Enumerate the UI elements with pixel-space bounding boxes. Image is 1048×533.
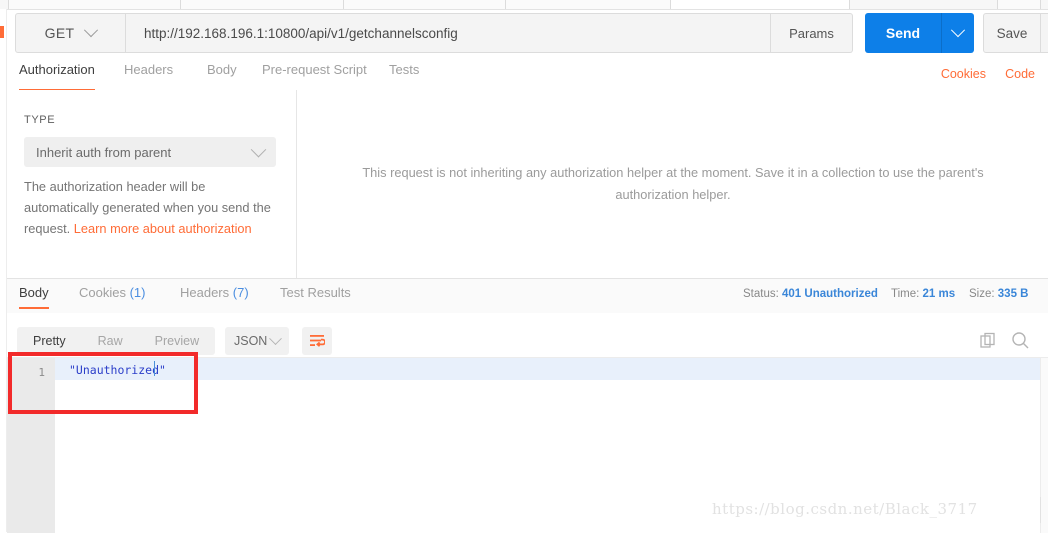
copy-icon[interactable] [980, 332, 997, 349]
tab-segment[interactable] [180, 0, 345, 9]
response-body-toolbar: Pretty Raw Preview JSON [7, 313, 1048, 357]
response-tab-cookies[interactable]: Cookies (1) [79, 285, 145, 300]
auth-description: This request is not inheriting any autho… [362, 165, 984, 202]
tab-label: Pre-request Script [262, 62, 367, 77]
response-tab-body[interactable]: Body [19, 285, 49, 309]
active-tab-underline [19, 307, 49, 309]
browser-tab-strip [0, 0, 1048, 10]
wrap-lines-button[interactable] [302, 327, 332, 355]
cookies-label: Cookies [940, 67, 986, 81]
params-button[interactable]: Params [771, 13, 853, 53]
send-button[interactable]: Send [865, 13, 941, 53]
tab-count: (7) [232, 285, 249, 300]
chevron-down-icon [250, 141, 267, 157]
tab-label: Headers [124, 62, 174, 77]
save-button[interactable]: Save [983, 13, 1041, 53]
watermark-text: https://blog.csdn.net/Black_3717 [712, 500, 978, 518]
cookies-link[interactable]: Cookies [941, 67, 986, 81]
code-link[interactable]: Code [1005, 67, 1035, 81]
view-mode-pretty[interactable]: Pretty [17, 327, 82, 355]
auth-right-column: This request is not inheriting any autho… [298, 90, 1048, 278]
view-mode-raw[interactable]: Raw [82, 327, 139, 355]
tab-body[interactable]: Body [207, 62, 237, 90]
wrap-lines-icon [310, 335, 325, 347]
method-selector[interactable]: GET [15, 13, 126, 53]
line-number: 1 [38, 366, 45, 379]
tab-count: (1) [129, 285, 146, 300]
tab-label: Body [19, 285, 49, 300]
auth-left-column: TYPE Inherit auth from parent The author… [7, 90, 297, 278]
left-rail [0, 9, 7, 532]
tab-segment[interactable] [997, 0, 1041, 9]
request-tabs: Authorization Headers Body Pre-request S… [7, 62, 1048, 91]
size-label: Size: [969, 288, 995, 300]
tab-authorization[interactable]: Authorization [19, 62, 95, 91]
time-indicator: Time: 21 ms [891, 288, 955, 300]
auth-type-label: TYPE [24, 114, 56, 126]
tab-label: Tests [389, 62, 420, 77]
time-value: 21 ms [922, 288, 956, 300]
tab-segment-active[interactable] [670, 0, 850, 9]
tab-label: Test Results [280, 285, 351, 300]
status-label: Status: [743, 288, 779, 300]
response-tabs: Body Cookies (1) Headers (7) Test Result… [7, 279, 1048, 314]
tab-headers[interactable]: Headers [124, 62, 173, 90]
save-options-button[interactable] [1041, 13, 1048, 53]
auth-note: The authorization header will be automat… [24, 176, 274, 239]
watermark-bar [1040, 497, 1041, 523]
send-options-button[interactable] [941, 13, 974, 53]
tab-label: Authorization [19, 62, 95, 77]
request-bar: GET http://192.168.196.1:10800/api/v1/ge… [15, 13, 1048, 53]
auth-type-select[interactable]: Inherit auth from parent [24, 137, 276, 167]
active-code-line[interactable] [55, 358, 1048, 380]
chevron-down-icon [950, 23, 966, 38]
line-number-gutter: 1 [7, 358, 55, 533]
authorization-panel: TYPE Inherit auth from parent The author… [7, 90, 1048, 279]
method-label: GET [44, 25, 75, 41]
text-caret [154, 361, 155, 376]
response-tab-test-results[interactable]: Test Results [280, 285, 351, 300]
status-value: 401 Unauthorized [782, 288, 878, 300]
url-input[interactable]: http://192.168.196.1:10800/api/v1/getcha… [126, 13, 771, 53]
tab-segment[interactable] [505, 0, 672, 9]
tab-segment[interactable] [8, 0, 182, 9]
vertical-scrollbar[interactable] [1040, 358, 1048, 533]
url-text: http://192.168.196.1:10800/api/v1/getcha… [144, 25, 458, 41]
learn-more-link[interactable]: Learn more about authorization [74, 221, 252, 236]
tab-pre-request-script[interactable]: Pre-request Script [262, 62, 367, 90]
params-label: Params [789, 25, 834, 41]
view-mode-preview[interactable]: Preview [139, 327, 215, 355]
status-indicator: Status: 401 Unauthorized [743, 288, 878, 300]
tab-label: Headers [180, 285, 230, 300]
tab-label: Body [207, 62, 237, 77]
code-label: Code [1005, 67, 1035, 81]
body-tool-icons [980, 331, 1030, 350]
view-mode-group: Pretty Raw Preview [17, 327, 216, 355]
format-select[interactable]: JSON [225, 327, 289, 355]
search-icon[interactable] [1011, 331, 1030, 350]
size-value: 335 B [997, 288, 1029, 300]
format-value: JSON [234, 334, 268, 348]
send-label: Send [885, 25, 921, 41]
chevron-down-icon [84, 23, 99, 38]
size-indicator: Size: 335 B [969, 288, 1028, 300]
tab-label: Cookies [79, 285, 126, 300]
response-tab-headers[interactable]: Headers (7) [180, 285, 249, 300]
save-label: Save [996, 25, 1028, 41]
chevron-down-icon [269, 331, 282, 345]
response-body-content: "Unauthorized" [69, 363, 166, 377]
active-request-marker [0, 26, 4, 38]
tab-segment[interactable] [343, 0, 507, 9]
tab-tests[interactable]: Tests [389, 62, 419, 90]
time-label: Time: [891, 288, 920, 300]
auth-type-value: Inherit auth from parent [36, 144, 172, 160]
